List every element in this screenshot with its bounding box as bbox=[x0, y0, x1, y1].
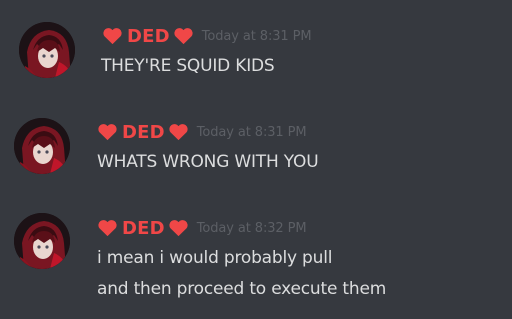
heart-icon bbox=[168, 123, 189, 141]
username[interactable]: DED bbox=[122, 122, 165, 143]
avatar-image bbox=[14, 118, 70, 174]
chat-log: DED Today at 8:31 PM THEY'RE SQUID KIDS bbox=[0, 0, 512, 319]
message-header: DED Today at 8:31 PM bbox=[97, 120, 307, 144]
heart-icon bbox=[173, 27, 194, 45]
username[interactable]: DED bbox=[127, 26, 170, 47]
chat-message: DED Today at 8:32 PM i mean i would prob… bbox=[0, 208, 512, 319]
message-header: DED Today at 8:32 PM bbox=[97, 216, 307, 240]
timestamp[interactable]: Today at 8:31 PM bbox=[197, 125, 307, 140]
chat-message: DED Today at 8:31 PM THEY'RE SQUID KIDS bbox=[0, 0, 512, 110]
timestamp[interactable]: Today at 8:31 PM bbox=[202, 29, 312, 44]
message-text: and then proceed to execute them bbox=[97, 279, 387, 299]
avatar[interactable] bbox=[19, 22, 75, 78]
avatar[interactable] bbox=[14, 213, 70, 269]
avatar-image bbox=[14, 213, 70, 269]
timestamp[interactable]: Today at 8:32 PM bbox=[197, 221, 307, 236]
message-text: WHATS WRONG WITH YOU bbox=[97, 152, 319, 172]
message-text: THEY'RE SQUID KIDS bbox=[101, 56, 275, 76]
heart-icon bbox=[168, 219, 189, 237]
message-text: i mean i would probably pull bbox=[97, 248, 333, 268]
avatar-image bbox=[19, 22, 75, 78]
username[interactable]: DED bbox=[122, 218, 165, 239]
heart-icon bbox=[97, 123, 118, 141]
heart-icon bbox=[97, 219, 118, 237]
chat-message: DED Today at 8:31 PM WHATS WRONG WITH YO… bbox=[0, 110, 512, 208]
message-header: DED Today at 8:31 PM bbox=[102, 24, 312, 48]
avatar[interactable] bbox=[14, 118, 70, 174]
heart-icon bbox=[102, 27, 123, 45]
